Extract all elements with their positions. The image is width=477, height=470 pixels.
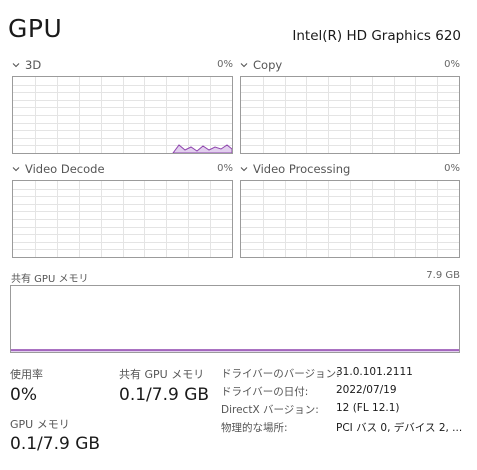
engine-percent-3d: 0% <box>217 59 233 70</box>
engine-label-video-decode: Video Decode <box>25 162 105 176</box>
driver-version-label: ドライバーのバージョン: <box>221 368 340 380</box>
memory-usage-area <box>11 349 459 352</box>
page-title: GPU <box>8 14 63 43</box>
graph-copy <box>240 76 460 154</box>
shared-gpu-memory-label: 共有 GPU メモリ <box>119 368 205 381</box>
driver-version-value: 31.0.101.2111 <box>336 366 413 378</box>
engine-selector-3d[interactable]: 3D <box>11 58 41 72</box>
chevron-down-icon <box>12 63 20 68</box>
engine-selector-copy[interactable]: Copy <box>239 58 282 72</box>
chevron-down-icon <box>240 63 248 68</box>
graph-grid <box>241 181 459 257</box>
physical-location-label: 物理的な場所: <box>221 422 288 434</box>
shared-gpu-memory-value: 0.1/7.9 GB <box>119 385 210 405</box>
graph-grid <box>241 77 459 153</box>
driver-date-value: 2022/07/19 <box>336 384 397 396</box>
graph-video-processing <box>240 180 460 258</box>
physical-location-value: PCI バス 0, デバイス 2, ... <box>336 422 463 434</box>
engine-label-3d: 3D <box>25 58 42 72</box>
shared-memory-graph-label: 共有 GPU メモリ <box>11 274 89 285</box>
engine-selector-video-processing[interactable]: Video Processing <box>239 162 350 176</box>
chevron-down-icon <box>240 167 248 172</box>
activity-area <box>172 144 232 153</box>
engine-label-video-processing: Video Processing <box>253 162 351 176</box>
graph-video-decode <box>12 180 233 258</box>
engine-percent-video-processing: 0% <box>444 163 460 174</box>
utilization-label: 使用率 <box>10 368 43 381</box>
engine-percent-copy: 0% <box>444 59 460 70</box>
gpu-device-name: Intel(R) HD Graphics 620 <box>292 28 461 44</box>
gpu-memory-label: GPU メモリ <box>10 418 70 431</box>
engine-label-copy: Copy <box>253 58 283 72</box>
engine-selector-video-decode[interactable]: Video Decode <box>11 162 105 176</box>
utilization-value: 0% <box>10 385 37 405</box>
engine-percent-video-decode: 0% <box>217 163 233 174</box>
driver-date-label: ドライバーの日付: <box>221 386 309 398</box>
directx-version-label: DirectX バージョン: <box>221 404 319 416</box>
shared-memory-graph-max: 7.9 GB <box>426 270 460 281</box>
graph-shared-memory <box>10 285 460 353</box>
chevron-down-icon <box>12 167 20 172</box>
graph-grid <box>13 181 232 257</box>
gpu-memory-value: 0.1/7.9 GB <box>10 434 101 454</box>
graph-3d <box>12 76 233 154</box>
directx-version-value: 12 (FL 12.1) <box>336 402 400 414</box>
graph-grid <box>13 77 232 153</box>
